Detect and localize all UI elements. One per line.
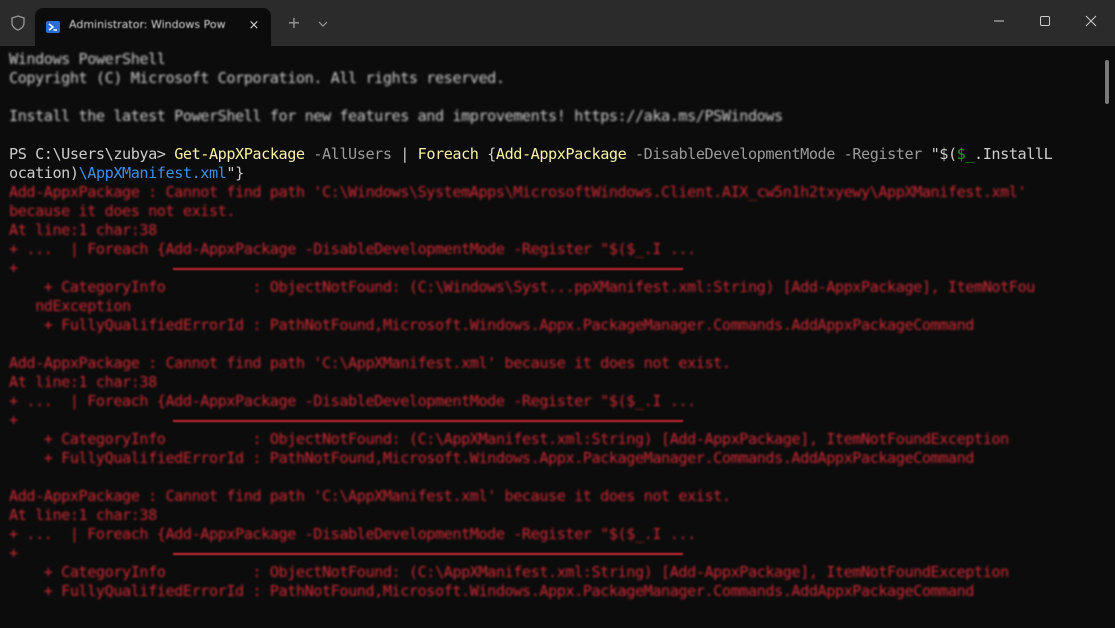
error-snippet: + ... | Foreach {Add-AppxPackage -Disabl…	[9, 240, 696, 258]
parameter: -Register	[834, 145, 923, 163]
error-category: + CategoryInfo : ObjectNotFound: (C:\App…	[9, 563, 1009, 581]
title-bar[interactable]: Administrator: Windows Pow × +	[0, 0, 1115, 46]
error-category: + CategoryInfo : ObjectNotFound: (C:\App…	[9, 430, 1009, 448]
cmdlet: Add-AppxPackage	[495, 145, 627, 163]
variable: $_	[956, 145, 975, 163]
path-string: \AppXManifest.xml	[78, 164, 227, 182]
maximize-button[interactable]	[1022, 8, 1068, 34]
brace: }	[235, 164, 244, 182]
command-line-wrap: ocation)\AppXManifest.xml"}	[9, 164, 244, 183]
member: .InstallL	[974, 145, 1053, 163]
terminal-output[interactable]: Windows PowerShell Copyright (C) Microso…	[0, 46, 1103, 628]
new-tab-button[interactable]: +	[283, 12, 305, 34]
error-location: At line:1 char:38	[9, 506, 157, 524]
cmdlet: Get-AppXPackage	[174, 145, 305, 163]
error-marker: +	[9, 259, 18, 277]
chevron-down-icon	[318, 21, 328, 27]
error-message: Add-AppxPackage : Cannot find path 'C:\W…	[9, 183, 1027, 201]
parameter: -DisableDevelopmentMode	[626, 145, 835, 163]
error-underline	[173, 553, 683, 555]
pipe: |	[391, 145, 418, 163]
error-message: because it does not exist.	[9, 202, 236, 220]
maximize-icon	[1040, 16, 1050, 26]
error-snippet: + ... | Foreach {Add-AppxPackage -Disabl…	[9, 392, 696, 410]
close-button[interactable]	[1068, 8, 1114, 34]
shield-icon	[10, 15, 26, 31]
command-line: PS C:\Users\zubya> Get-AppXPackage -AllU…	[9, 145, 1053, 164]
error-message: Add-AppxPackage : Cannot find path 'C:\A…	[9, 354, 731, 372]
tab-title: Administrator: Windows Pow	[69, 18, 226, 31]
error-message: Add-AppxPackage : Cannot find path 'C:\A…	[9, 487, 731, 505]
string-open: "$(	[921, 145, 958, 163]
member: ocation)	[9, 164, 79, 182]
scrollbar-thumb[interactable]	[1105, 60, 1109, 104]
tab-close-button[interactable]: ×	[245, 17, 263, 35]
tab-powershell[interactable]: Administrator: Windows Pow ×	[35, 8, 271, 46]
error-category: ndException	[9, 297, 131, 315]
header-line: Windows PowerShell	[9, 50, 166, 68]
error-fqid: + FullyQualifiedErrorId : PathNotFound,M…	[9, 582, 975, 600]
string-close: "	[226, 164, 236, 182]
header-line: Copyright (C) Microsoft Corporation. All…	[9, 69, 505, 87]
error-location: At line:1 char:38	[9, 373, 157, 391]
error-snippet: + ... | Foreach {Add-AppxPackage -Disabl…	[9, 525, 696, 543]
minimize-icon	[994, 20, 1004, 22]
error-location: At line:1 char:38	[9, 221, 157, 239]
minimize-button[interactable]	[976, 8, 1022, 34]
error-underline	[173, 420, 683, 422]
powershell-icon	[45, 19, 61, 35]
brace: {	[478, 145, 496, 163]
header-line: Install the latest PowerShell for new fe…	[9, 107, 783, 125]
error-marker: +	[9, 544, 18, 562]
error-fqid: + FullyQualifiedErrorId : PathNotFound,M…	[9, 449, 975, 467]
prompt: PS C:\Users\zubya>	[9, 145, 175, 163]
cmdlet: Foreach	[417, 145, 479, 163]
tab-dropdown-button[interactable]	[314, 12, 332, 34]
error-category: + CategoryInfo : ObjectNotFound: (C:\Win…	[9, 278, 1036, 296]
error-underline	[173, 268, 683, 270]
error-marker: +	[9, 411, 18, 429]
terminal-window: Administrator: Windows Pow × + Windows P…	[0, 0, 1115, 628]
parameter: -AllUsers	[304, 145, 392, 163]
close-icon	[1085, 15, 1097, 27]
error-fqid: + FullyQualifiedErrorId : PathNotFound,M…	[9, 316, 975, 334]
